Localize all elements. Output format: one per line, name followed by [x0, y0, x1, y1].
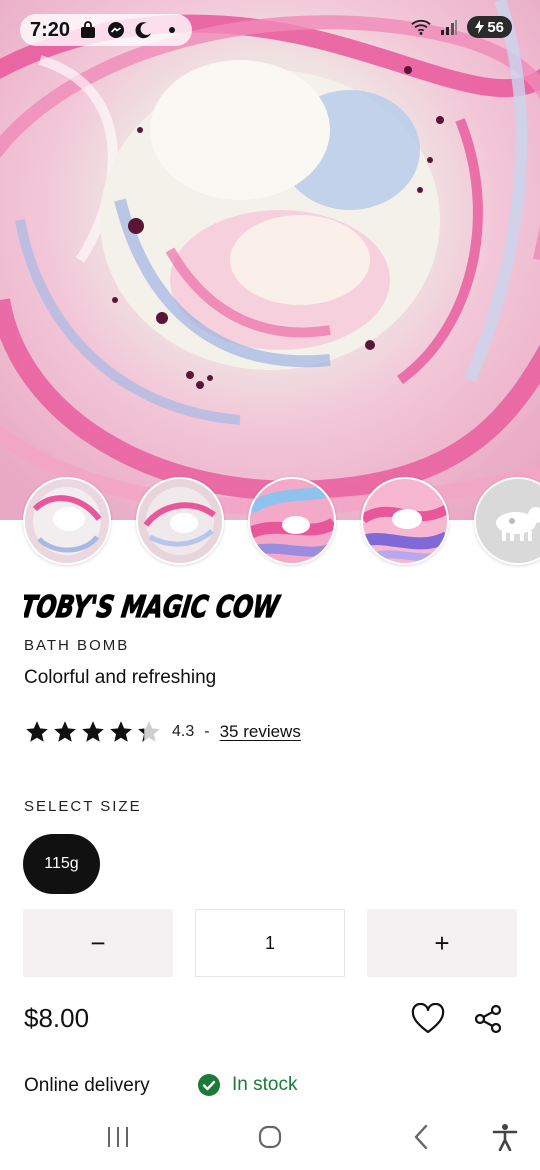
- product-title: TOBY'S MAGIC COW: [24, 590, 283, 626]
- reviews-link[interactable]: 35 reviews: [220, 722, 301, 742]
- rating-value: 4.3: [172, 723, 195, 740]
- thumbnail-4[interactable]: [361, 477, 449, 565]
- check-circle-icon: [198, 1074, 220, 1096]
- wifi-icon: [411, 17, 432, 37]
- select-size-label: SELECT SIZE: [24, 798, 142, 815]
- shopping-bag-icon: [78, 20, 98, 40]
- thumbnail-2-art: [138, 479, 222, 563]
- system-navigation-bar: [0, 1105, 540, 1170]
- star-rating: [24, 719, 162, 745]
- cow-figure-icon: [476, 479, 540, 563]
- share-icon: [474, 1004, 502, 1034]
- star-partial-icon: [138, 721, 160, 742]
- stock-status: In stock: [198, 1074, 297, 1096]
- home-icon: [258, 1125, 282, 1149]
- thumbnail-3[interactable]: [248, 477, 336, 565]
- recent-apps-icon: [108, 1127, 128, 1147]
- thumbnail-4-art: [363, 479, 447, 563]
- thumbnail-2[interactable]: [136, 477, 224, 565]
- product-hero-image[interactable]: [0, 0, 540, 520]
- star-full-icon: [110, 721, 132, 742]
- heart-outline-icon: [411, 1003, 445, 1034]
- thumbnail-3-art: [250, 479, 334, 563]
- quantity-increase-button[interactable]: +: [367, 909, 517, 977]
- battery-charging-icon: 56: [467, 16, 512, 38]
- signal-icon: [439, 17, 459, 37]
- accessibility-button[interactable]: [485, 1117, 525, 1157]
- hero-image-art: [0, 0, 540, 520]
- status-bar: 7:20 56: [0, 0, 540, 58]
- stock-text: In stock: [232, 1074, 298, 1095]
- rating-separator: -: [204, 723, 210, 740]
- thumbnail-1[interactable]: [23, 477, 111, 565]
- wishlist-button[interactable]: [410, 1001, 446, 1037]
- status-right: 56: [411, 16, 512, 38]
- online-delivery-label: Online delivery: [24, 1075, 150, 1096]
- star-full-icon: [26, 721, 48, 742]
- product-price: $8.00: [24, 1003, 90, 1033]
- star-full-icon: [54, 721, 76, 742]
- do-not-disturb-moon-icon: [134, 20, 154, 40]
- messenger-icon: [106, 20, 126, 40]
- product-category: BATH BOMB: [24, 637, 130, 654]
- product-tagline: Colorful and refreshing: [24, 667, 217, 688]
- star-full-icon: [82, 721, 104, 742]
- share-button[interactable]: [470, 1001, 506, 1037]
- product-title-text: TOBY'S MAGIC COW: [24, 590, 283, 625]
- thumbnail-1-art: [25, 479, 109, 563]
- notification-dot-icon: [162, 20, 182, 40]
- home-button[interactable]: [250, 1117, 290, 1157]
- rating-row: 4.3 - 35 reviews: [24, 717, 301, 747]
- status-time: 7:20: [30, 18, 71, 41]
- size-option-115g[interactable]: 115g: [23, 834, 100, 894]
- back-icon: [414, 1124, 428, 1150]
- quantity-value[interactable]: 1: [195, 909, 345, 977]
- accessibility-icon: [492, 1124, 518, 1151]
- status-left: 7:20: [20, 14, 193, 46]
- back-button[interactable]: [401, 1117, 441, 1157]
- quantity-decrease-button[interactable]: −: [23, 909, 173, 977]
- recent-apps-button[interactable]: [98, 1117, 138, 1157]
- battery-level: 56: [487, 18, 504, 36]
